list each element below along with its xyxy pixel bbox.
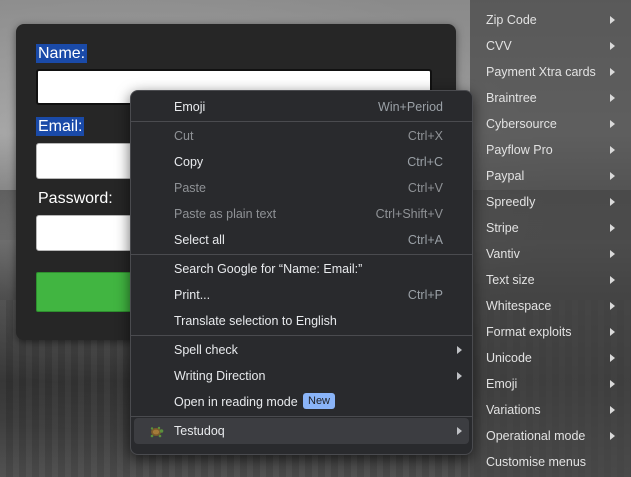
- submenu-item-operational-mode[interactable]: Operational mode: [486, 423, 622, 449]
- chevron-right-icon: [610, 380, 615, 388]
- menu-item-search-google[interactable]: Search Google for “Name: Email:”: [131, 256, 472, 282]
- menu-item-print[interactable]: Print... Ctrl+P: [131, 282, 472, 308]
- submenu-item-customise-menus[interactable]: Customise menus: [486, 449, 622, 475]
- submenu-item-zip-code[interactable]: Zip Code: [486, 7, 622, 33]
- chevron-right-icon: [610, 198, 615, 206]
- chevron-right-icon: [457, 427, 462, 435]
- chevron-right-icon: [610, 42, 615, 50]
- submenu-item-emoji[interactable]: Emoji: [486, 371, 622, 397]
- chevron-right-icon: [610, 302, 615, 310]
- context-menu: Emoji Win+Period Cut Ctrl+X Copy Ctrl+C …: [130, 90, 473, 455]
- submenu-item-cvv[interactable]: CVV: [486, 33, 622, 59]
- submenu-item-text-size[interactable]: Text size: [486, 267, 622, 293]
- menu-item-paste[interactable]: Paste Ctrl+V: [131, 175, 472, 201]
- password-label: Password:: [38, 190, 113, 207]
- menu-divider: [131, 416, 472, 417]
- email-label: Email:: [36, 117, 85, 136]
- menu-item-copy[interactable]: Copy Ctrl+C: [131, 149, 472, 175]
- submenu-item-braintree[interactable]: Braintree: [486, 85, 622, 111]
- chevron-right-icon: [610, 68, 615, 76]
- menu-divider: [131, 121, 472, 122]
- submit-button[interactable]: [36, 272, 138, 312]
- menu-item-spell-check[interactable]: Spell check: [131, 337, 472, 363]
- chevron-right-icon: [610, 432, 615, 440]
- submenu-item-payment-xtra-cards[interactable]: Payment Xtra cards: [486, 59, 622, 85]
- submenu-item-variations[interactable]: Variations: [486, 397, 622, 423]
- chevron-right-icon: [610, 250, 615, 258]
- chevron-right-icon: [457, 346, 462, 354]
- turtle-icon: [150, 426, 164, 438]
- submenu-item-spreedly[interactable]: Spreedly: [486, 189, 622, 215]
- menu-divider: [131, 254, 472, 255]
- submenu-item-format-exploits[interactable]: Format exploits: [486, 319, 622, 345]
- chevron-right-icon: [610, 276, 615, 284]
- chevron-right-icon: [610, 224, 615, 232]
- submenu-item-paypal[interactable]: Paypal: [486, 163, 622, 189]
- submenu-item-vantiv[interactable]: Vantiv: [486, 241, 622, 267]
- menu-item-writing-direction[interactable]: Writing Direction: [131, 363, 472, 389]
- menu-item-cut[interactable]: Cut Ctrl+X: [131, 123, 472, 149]
- menu-item-emoji[interactable]: Emoji Win+Period: [131, 94, 472, 120]
- chevron-right-icon: [610, 354, 615, 362]
- submenu-item-whitespace[interactable]: Whitespace: [486, 293, 622, 319]
- menu-item-select-all[interactable]: Select all Ctrl+A: [131, 227, 472, 253]
- menu-item-testudoq[interactable]: Testudoq: [134, 418, 469, 444]
- submenu-item-payflow-pro[interactable]: Payflow Pro: [486, 137, 622, 163]
- testudoq-submenu: Zip Code CVV Payment Xtra cards Braintre…: [470, 0, 631, 477]
- chevron-right-icon: [610, 16, 615, 24]
- name-label: Name:: [36, 44, 88, 63]
- chevron-right-icon: [610, 146, 615, 154]
- menu-item-translate[interactable]: Translate selection to English: [131, 308, 472, 334]
- chevron-right-icon: [610, 328, 615, 336]
- chevron-right-icon: [457, 372, 462, 380]
- menu-item-reading-mode[interactable]: Open in reading mode New: [131, 389, 472, 415]
- menu-item-paste-plain-text[interactable]: Paste as plain text Ctrl+Shift+V: [131, 201, 472, 227]
- chevron-right-icon: [610, 120, 615, 128]
- submenu-item-unicode[interactable]: Unicode: [486, 345, 622, 371]
- submenu-item-stripe[interactable]: Stripe: [486, 215, 622, 241]
- chevron-right-icon: [610, 406, 615, 414]
- chevron-right-icon: [610, 94, 615, 102]
- new-badge: New: [303, 393, 336, 409]
- chevron-right-icon: [610, 172, 615, 180]
- submenu-item-cybersource[interactable]: Cybersource: [486, 111, 622, 137]
- menu-divider: [131, 335, 472, 336]
